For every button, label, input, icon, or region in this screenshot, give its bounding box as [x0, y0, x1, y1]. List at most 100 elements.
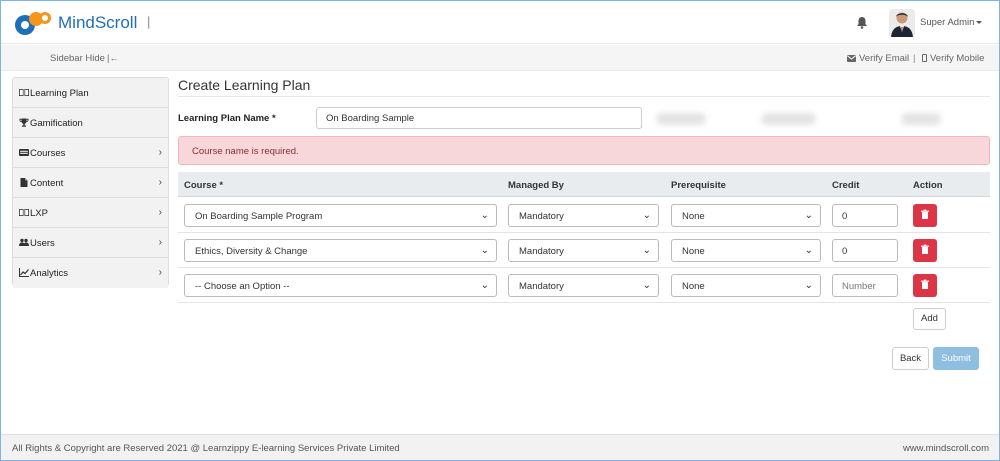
mobile-icon — [922, 54, 927, 62]
chart-icon — [19, 268, 29, 277]
prerequisite-select-value: None — [682, 281, 705, 292]
footer-copyright: All Rights & Copyright are Reserved 2021… — [12, 443, 400, 454]
managed-by-select-value: Mandatory — [519, 246, 564, 257]
divider — [178, 96, 990, 97]
course-select[interactable]: On Boarding Sample Program ⌄ — [184, 204, 497, 227]
chevron-down-icon: ⌄ — [642, 280, 651, 291]
sidebar-item-analytics[interactable]: Analytics › — [13, 258, 168, 288]
managed-by-select[interactable]: Mandatory ⌄ — [508, 274, 659, 297]
sidebar-item-content[interactable]: Content › — [13, 168, 168, 198]
sidebar-hide-link[interactable]: Sidebar Hide — [50, 53, 105, 64]
sidebar-item-lxp[interactable]: LXP › — [13, 198, 168, 228]
users-icon — [19, 238, 29, 246]
sub-bar: Sidebar Hide |← Verify Email | Verify Mo… — [1, 45, 999, 71]
column-header-course: Course * — [184, 180, 224, 191]
footer: All Rights & Copyright are Reserved 2021… — [1, 434, 999, 460]
verify-email-label: Verify Email — [859, 53, 910, 64]
bell-icon[interactable] — [856, 16, 868, 29]
blurred-field — [656, 113, 706, 125]
column-header-credit: Credit — [832, 180, 860, 191]
sidebar-item-label: Content — [30, 178, 64, 189]
brand-name[interactable]: MindScroll — [58, 13, 137, 33]
brand-separator: | — [147, 14, 151, 29]
verify-email-link[interactable]: Verify Email — [847, 53, 909, 64]
chevron-right-icon: › — [158, 147, 162, 158]
trophy-icon — [19, 118, 29, 127]
prerequisite-select[interactable]: None ⌄ — [671, 239, 821, 262]
avatar[interactable] — [889, 9, 915, 37]
chevron-right-icon: › — [158, 237, 162, 248]
table-header: Course * Managed By Prerequisite Credit … — [178, 172, 990, 197]
chevron-right-icon: › — [158, 267, 162, 278]
delete-button[interactable] — [913, 239, 937, 262]
trash-icon — [921, 244, 929, 254]
chevron-down-icon: ⌄ — [804, 210, 813, 221]
sidebar-item-label: Gamification — [30, 118, 83, 129]
chevron-right-icon: › — [158, 177, 162, 188]
managed-by-select[interactable]: Mandatory ⌄ — [508, 239, 659, 262]
sidebar-item-label: LXP — [30, 208, 48, 219]
prerequisite-select-value: None — [682, 211, 705, 222]
trash-icon — [921, 279, 929, 289]
prerequisite-select-value: None — [682, 246, 705, 257]
prerequisite-select[interactable]: None ⌄ — [671, 274, 821, 297]
chevron-down-icon: ⌄ — [480, 210, 489, 221]
blurred-field — [901, 113, 941, 125]
plan-name-label: Learning Plan Name * — [178, 113, 276, 124]
chevron-down-icon: ⌄ — [804, 245, 813, 256]
table-row: -- Choose an Option -- ⌄ Mandatory ⌄ Non… — [178, 268, 990, 303]
verify-mobile-label: Verify Mobile — [930, 53, 985, 64]
credit-input[interactable]: 0 — [832, 204, 898, 227]
user-name[interactable]: Super Admin — [920, 17, 974, 28]
app-frame: MindScroll | Super Admin Sidebar Hide |← — [0, 0, 1000, 461]
sidebar-item-label: Users — [30, 238, 55, 249]
sidebar: Learning Plan Gamification Courses › Con… — [12, 77, 169, 288]
book-icon — [19, 209, 29, 216]
chevron-right-icon: › — [158, 207, 162, 218]
footer-website-link[interactable]: www.mindscroll.com — [903, 443, 989, 454]
sidebar-item-label: Courses — [30, 148, 66, 159]
verify-mobile-link[interactable]: Verify Mobile — [922, 53, 984, 64]
chevron-down-icon: ⌄ — [480, 245, 489, 256]
managed-by-select-value: Mandatory — [519, 211, 564, 222]
column-header-action: Action — [913, 180, 943, 191]
collapse-left-icon[interactable]: |← — [107, 53, 118, 63]
chevron-down-icon: ⌄ — [642, 245, 651, 256]
back-button[interactable]: Back — [892, 347, 929, 370]
top-bar: MindScroll | Super Admin — [1, 1, 999, 44]
sidebar-item-learning-plan[interactable]: Learning Plan — [13, 78, 168, 108]
chevron-down-icon: ⌄ — [804, 280, 813, 291]
credit-input[interactable]: Number — [832, 274, 898, 297]
managed-by-select[interactable]: Mandatory ⌄ — [508, 204, 659, 227]
sidebar-item-label: Analytics — [30, 268, 69, 279]
add-row-button[interactable]: Add — [913, 308, 946, 330]
book-icon — [19, 89, 29, 96]
file-icon — [20, 178, 28, 187]
sidebar-item-label: Learning Plan — [30, 88, 89, 99]
caret-down-icon[interactable] — [976, 21, 982, 24]
table-row: Ethics, Diversity & Change ⌄ Mandatory ⌄… — [178, 233, 990, 268]
chevron-down-icon: ⌄ — [642, 210, 651, 221]
blurred-field — [761, 113, 816, 125]
course-select-value: Ethics, Diversity & Change — [195, 246, 308, 257]
error-alert: Course name is required. — [178, 136, 990, 165]
trash-icon — [921, 209, 929, 219]
delete-button[interactable] — [913, 204, 937, 227]
course-select-value: -- Choose an Option -- — [195, 281, 290, 292]
prerequisite-select[interactable]: None ⌄ — [671, 204, 821, 227]
courses-icon — [19, 149, 29, 156]
sidebar-item-users[interactable]: Users › — [13, 228, 168, 258]
page-title: Create Learning Plan — [178, 77, 311, 93]
plan-name-input[interactable]: On Boarding Sample — [316, 107, 642, 129]
verify-separator: | — [913, 53, 916, 64]
credit-input[interactable]: 0 — [832, 239, 898, 262]
delete-button[interactable] — [913, 274, 937, 297]
table-row: On Boarding Sample Program ⌄ Mandatory ⌄… — [178, 198, 990, 233]
course-select-value: On Boarding Sample Program — [195, 211, 323, 222]
course-select[interactable]: -- Choose an Option -- ⌄ — [184, 274, 497, 297]
sidebar-item-gamification[interactable]: Gamification — [13, 108, 168, 138]
sidebar-item-courses[interactable]: Courses › — [13, 138, 168, 168]
submit-button[interactable]: Submit — [933, 347, 979, 370]
envelope-icon — [847, 55, 856, 62]
course-select[interactable]: Ethics, Diversity & Change ⌄ — [184, 239, 497, 262]
